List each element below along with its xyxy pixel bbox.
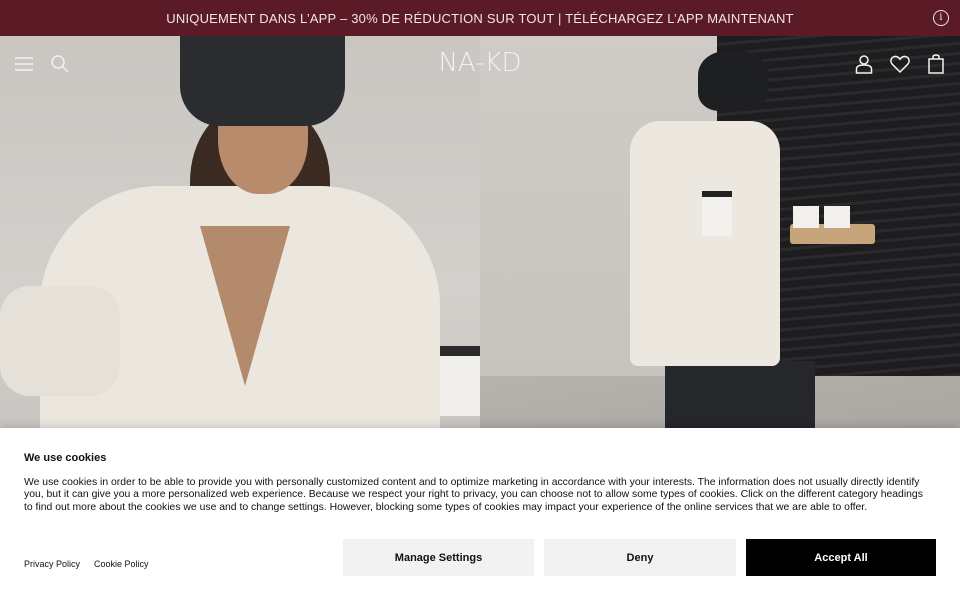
privacy-policy-link[interactable]: Privacy Policy bbox=[24, 559, 80, 569]
coffee-cup bbox=[440, 346, 480, 416]
wishlist-icon[interactable] bbox=[890, 54, 910, 74]
site-logo[interactable]: NA-KD bbox=[0, 48, 960, 78]
model-coat bbox=[630, 121, 780, 366]
bag-icon[interactable] bbox=[926, 54, 946, 74]
accept-all-button[interactable]: Accept All bbox=[746, 539, 936, 576]
coffee-cup bbox=[702, 191, 732, 236]
cookie-consent-banner: We use cookies We use cookies in order t… bbox=[0, 428, 960, 600]
account-icon[interactable] bbox=[854, 54, 874, 74]
cookie-policy-link[interactable]: Cookie Policy bbox=[94, 559, 149, 569]
cookie-description: We use cookies in order to be able to pr… bbox=[24, 477, 923, 513]
model-arm bbox=[0, 286, 120, 396]
site-header: NA-KD bbox=[0, 36, 960, 92]
coffee-cup bbox=[793, 206, 819, 228]
info-icon[interactable]: i bbox=[933, 10, 949, 26]
promo-banner[interactable]: UNIQUEMENT DANS L’APP – 30% DE RÉDUCTION… bbox=[0, 0, 960, 36]
coffee-cup bbox=[824, 206, 850, 228]
deny-button[interactable]: Deny bbox=[544, 539, 736, 576]
cookie-title: We use cookies bbox=[24, 452, 107, 464]
manage-settings-button[interactable]: Manage Settings bbox=[343, 539, 534, 576]
promo-text[interactable]: UNIQUEMENT DANS L’APP – 30% DE RÉDUCTION… bbox=[166, 11, 793, 26]
